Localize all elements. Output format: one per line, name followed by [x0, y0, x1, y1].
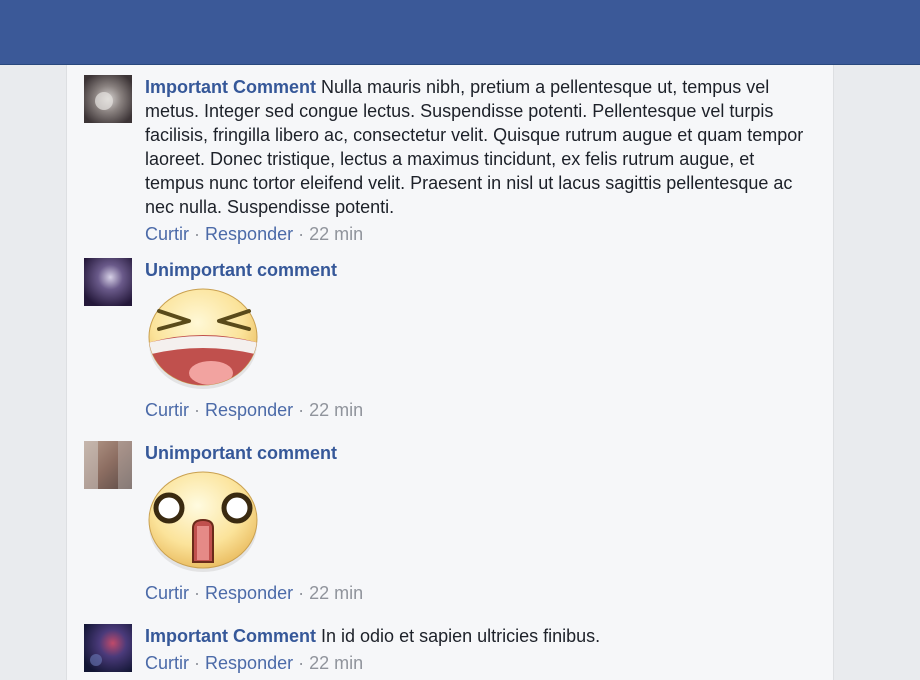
- avatar[interactable]: [84, 75, 132, 123]
- top-navigation-bar: [0, 0, 920, 65]
- comment-body: In id odio et sapien ultricies finibus.: [321, 626, 601, 646]
- comment-text: Important Comment In id odio et sapien u…: [145, 624, 805, 648]
- comment-author-link[interactable]: Unimportant comment: [145, 443, 337, 463]
- reply-link[interactable]: Responder: [205, 224, 293, 244]
- laughing-face-sticker: [148, 288, 258, 389]
- comment-timestamp[interactable]: 22 min: [309, 653, 363, 673]
- separator: ·: [194, 653, 201, 673]
- like-link[interactable]: Curtir: [145, 400, 189, 420]
- separator: ·: [298, 653, 305, 673]
- comment-author-link[interactable]: Unimportant comment: [145, 260, 337, 280]
- avatar[interactable]: [84, 258, 132, 306]
- separator: ·: [194, 224, 201, 244]
- like-link[interactable]: Curtir: [145, 653, 189, 673]
- separator: ·: [194, 400, 201, 420]
- comment-body: Nulla mauris nibh, pretium a pellentesqu…: [145, 77, 804, 217]
- comment-timestamp[interactable]: 22 min: [309, 400, 363, 420]
- separator: ·: [298, 583, 305, 603]
- comment-actions: Curtir · Responder · 22 min: [145, 398, 805, 422]
- comment-text: Important Comment Nulla mauris nibh, pre…: [145, 75, 805, 219]
- reply-link[interactable]: Responder: [205, 400, 293, 420]
- like-link[interactable]: Curtir: [145, 224, 189, 244]
- comment-actions: Curtir · Responder · 22 min: [145, 222, 805, 246]
- comments-panel: Important Comment Nulla mauris nibh, pre…: [66, 65, 834, 680]
- like-link[interactable]: Curtir: [145, 583, 189, 603]
- comment-timestamp[interactable]: 22 min: [309, 583, 363, 603]
- shocked-face-sticker: [148, 471, 258, 572]
- avatar[interactable]: [84, 441, 132, 489]
- comment-author-link[interactable]: Important Comment: [145, 626, 316, 646]
- separator: ·: [298, 400, 305, 420]
- comment-timestamp[interactable]: 22 min: [309, 224, 363, 244]
- comment-author-link[interactable]: Important Comment: [145, 77, 316, 97]
- comment-actions: Curtir · Responder · 22 min: [145, 581, 805, 605]
- reply-link[interactable]: Responder: [205, 653, 293, 673]
- reply-link[interactable]: Responder: [205, 583, 293, 603]
- comment-actions: Curtir · Responder · 22 min: [145, 651, 805, 675]
- separator: ·: [194, 583, 201, 603]
- avatar[interactable]: [84, 624, 132, 672]
- separator: ·: [298, 224, 305, 244]
